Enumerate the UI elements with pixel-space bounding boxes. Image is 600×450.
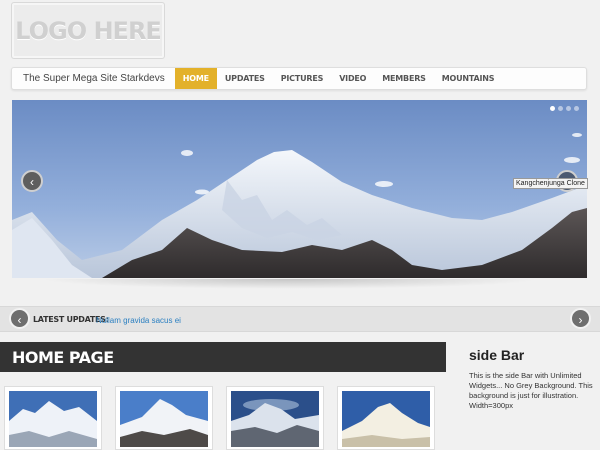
nav-item-mountains[interactable]: MOUNTAINS	[434, 68, 503, 89]
thumbnail-image[interactable]	[226, 386, 324, 450]
sidebar-title: side Bar	[469, 347, 525, 363]
slide-caption-tooltip: Kangchenjunga Clone	[513, 178, 588, 189]
nav-menu: HOME UPDATES PICTURES VIDEO MEMBERS MOUN…	[174, 68, 503, 89]
thumbnail-image[interactable]	[337, 386, 435, 450]
mountain-thumbnail	[120, 391, 208, 447]
nav-item-members[interactable]: MEMBERS	[374, 68, 433, 89]
slider-dot[interactable]	[558, 106, 563, 111]
slider-dot[interactable]	[550, 106, 555, 111]
main-navbar: The Super Mega Site Starkdevs HOME UPDAT…	[11, 67, 587, 90]
mountain-thumbnail	[342, 391, 430, 447]
logo[interactable]: LOGO HERE	[11, 2, 165, 59]
updates-next-arrow-icon[interactable]: ›	[570, 308, 591, 329]
latest-updates-bar: ‹ LATEST UPDATES: Nullam gravida sacus e…	[0, 306, 600, 332]
mountain-thumbnail	[231, 391, 319, 447]
site-title: The Super Mega Site Starkdevs	[23, 73, 165, 84]
logo-text: LOGO HERE	[15, 17, 162, 45]
nav-item-pictures[interactable]: PICTURES	[273, 68, 331, 89]
latest-update-link[interactable]: Nullam gravida sacus ei	[96, 316, 181, 325]
image-slider[interactable]	[12, 100, 587, 278]
slider-prev-arrow-icon[interactable]: ‹	[21, 170, 43, 192]
sidebar-text: This is the side Bar with Unlimited Widg…	[469, 371, 593, 410]
thumbnail-image[interactable]	[4, 386, 102, 450]
slider-dot[interactable]	[574, 106, 579, 111]
mountain-slide-image	[12, 133, 587, 278]
page-title: HOME PAGE	[12, 348, 114, 367]
slider-dot[interactable]	[566, 106, 571, 111]
page-title-bar: HOME PAGE	[0, 342, 446, 372]
slider-shadow	[40, 279, 540, 289]
nav-item-updates[interactable]: UPDATES	[217, 68, 273, 89]
updates-prev-arrow-icon[interactable]: ‹	[9, 308, 30, 329]
slider-pagination	[550, 106, 579, 111]
nav-item-video[interactable]: VIDEO	[331, 68, 374, 89]
thumbnail-image[interactable]	[115, 386, 213, 450]
nav-item-home[interactable]: HOME	[174, 68, 217, 89]
mountain-thumbnail	[9, 391, 97, 447]
